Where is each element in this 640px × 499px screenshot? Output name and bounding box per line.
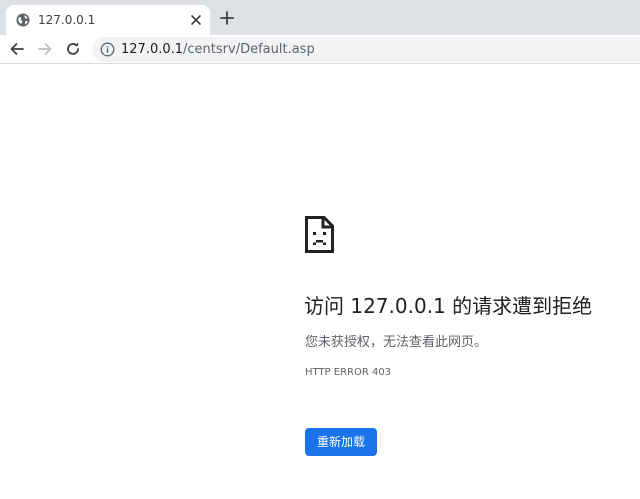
browser-toolbar: 127.0.0.1/centsrv/Default.asp: [0, 35, 640, 64]
arrow-left-icon[interactable]: [9, 41, 25, 57]
url-path: /centsrv/Default.asp: [183, 42, 315, 57]
globe-icon: [16, 13, 30, 27]
address-bar[interactable]: 127.0.0.1/centsrv/Default.asp: [92, 37, 640, 62]
sad-page-icon: [305, 216, 334, 253]
tab-active[interactable]: 127.0.0.1: [6, 5, 210, 35]
error-description: 您未获授权，无法查看此网页。: [305, 335, 488, 350]
reload-icon[interactable]: [65, 41, 81, 57]
tab-title: 127.0.0.1: [38, 13, 96, 27]
error-title: 访问 127.0.0.1 的请求遭到拒绝: [304, 294, 593, 318]
reload-button[interactable]: 重新加载: [305, 428, 377, 456]
arrow-right-icon[interactable]: [37, 41, 53, 57]
plus-icon[interactable]: [219, 10, 235, 26]
close-icon[interactable]: [189, 13, 203, 27]
error-code: HTTP ERROR 403: [305, 367, 392, 378]
url-text[interactable]: 127.0.0.1/centsrv/Default.asp: [121, 41, 315, 58]
error-page: 访问 127.0.0.1 的请求遭到拒绝 您未获授权，无法查看此网页。 HTTP…: [0, 64, 640, 499]
info-icon[interactable]: [100, 42, 115, 57]
url-host: 127.0.0.1: [121, 42, 184, 57]
tab-strip: 127.0.0.1: [0, 0, 640, 35]
